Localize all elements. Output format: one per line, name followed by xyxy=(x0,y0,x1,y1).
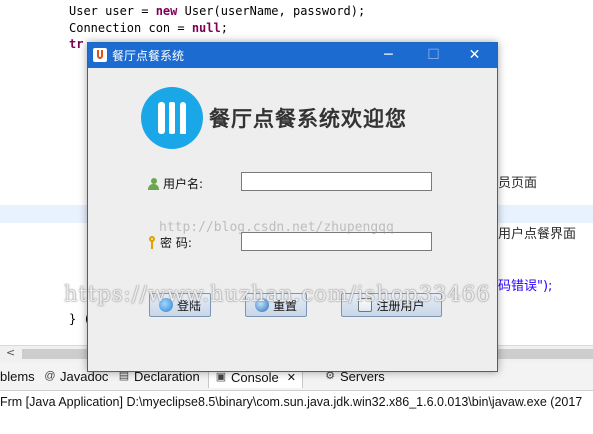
code-fragment: 用户点餐界面 xyxy=(498,227,577,242)
code-fragment: 码错误"); xyxy=(498,279,553,294)
code-fragment: 员页面 xyxy=(498,176,538,191)
tab-problems[interactable]: blems xyxy=(0,367,35,385)
login-icon xyxy=(158,298,173,312)
close-button[interactable]: ✕ xyxy=(452,43,497,68)
fork-icon xyxy=(158,102,165,134)
code-line: tr xyxy=(69,37,84,51)
register-button[interactable]: 注册用户 xyxy=(341,293,442,317)
at-icon: @ xyxy=(44,370,56,382)
user-icon xyxy=(148,177,159,190)
minimize-button[interactable]: ─ xyxy=(366,43,411,68)
username-input[interactable] xyxy=(241,172,432,191)
dialog-title: 餐厅点餐系统 xyxy=(112,49,185,63)
console-icon: ▣ xyxy=(215,371,227,383)
knife-icon xyxy=(180,102,186,134)
code-line: User user = new User(userName, password)… xyxy=(69,4,366,18)
add-user-icon xyxy=(358,298,373,312)
welcome-banner: 餐厅点餐系统欢迎您 xyxy=(209,107,407,131)
login-dialog: 餐厅点餐系统 ─ ☐ ✕ 餐厅点餐系统欢迎您 用户名: 密 码: 登陆 重置 注… xyxy=(87,42,498,372)
login-button[interactable]: 登陆 xyxy=(149,293,211,317)
key-icon xyxy=(148,236,156,249)
scroll-left-icon[interactable]: < xyxy=(6,346,15,359)
reset-icon xyxy=(254,298,269,312)
dialog-titlebar[interactable]: 餐厅点餐系统 ─ ☐ ✕ xyxy=(88,43,497,68)
java-app-icon xyxy=(93,48,107,62)
close-tab-icon[interactable]: ✕ xyxy=(287,371,296,384)
spoon-icon xyxy=(169,102,175,134)
restaurant-logo-icon xyxy=(141,87,203,149)
code-line: Connection con = null; xyxy=(69,21,228,35)
maximize-button[interactable]: ☐ xyxy=(411,43,456,68)
password-label: 密 码: xyxy=(148,234,192,251)
reset-button[interactable]: 重置 xyxy=(245,293,307,317)
username-label: 用户名: xyxy=(148,175,203,192)
password-input[interactable] xyxy=(241,232,432,251)
console-process-title: Frm [Java Application] D:\myeclipse8.5\b… xyxy=(0,391,593,413)
